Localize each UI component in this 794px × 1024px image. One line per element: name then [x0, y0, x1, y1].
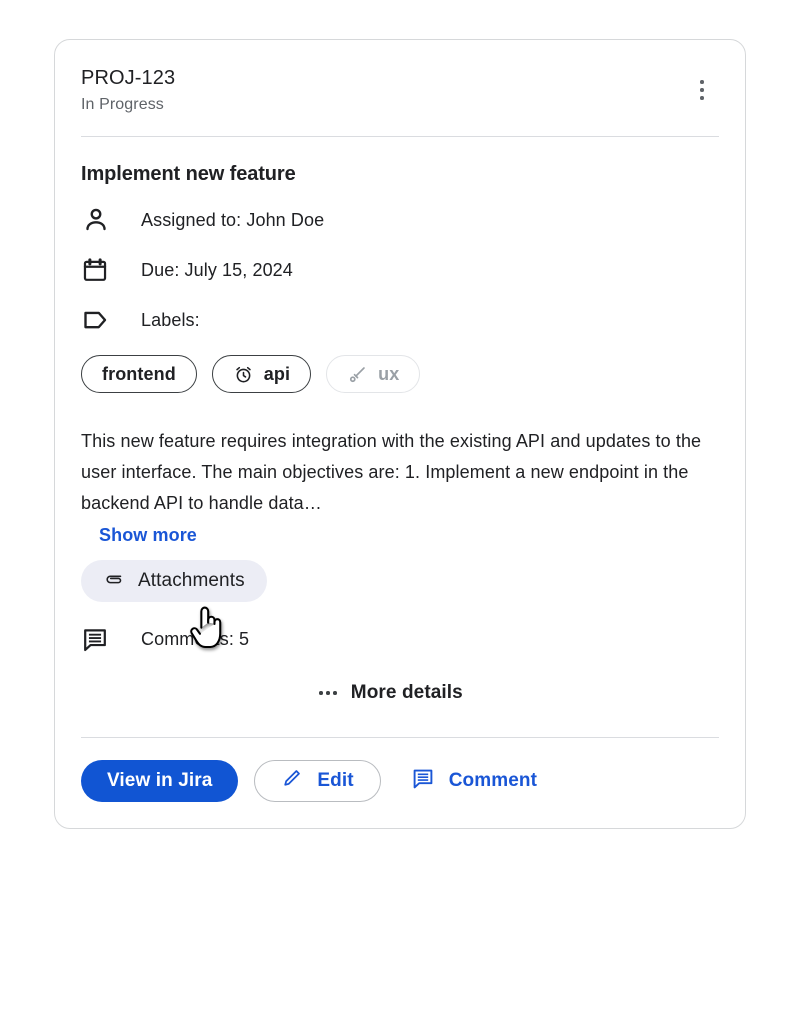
- chip-frontend[interactable]: frontend: [81, 355, 197, 393]
- meta-row-assignee: Assigned to: John Doe: [81, 203, 719, 237]
- more-details-label: More details: [350, 682, 463, 703]
- chip-label: ux: [378, 363, 400, 384]
- person-icon: [81, 203, 117, 237]
- card-body: Implement new feature Assigned to: John …: [55, 161, 745, 704]
- comments-count-text: Comments: 5: [141, 629, 250, 649]
- view-in-jira-label: View in Jira: [107, 770, 213, 791]
- paperclip-icon: [103, 568, 124, 595]
- attachments-button[interactable]: Attachments: [81, 560, 267, 602]
- kebab-menu-icon[interactable]: [693, 78, 711, 102]
- due-date-text: Due: July 15, 2024: [141, 260, 293, 280]
- comment-bubble-icon: [81, 622, 117, 656]
- ellipsis-dot: [319, 691, 323, 695]
- brush-icon: [347, 364, 368, 385]
- chip-api[interactable]: api: [211, 355, 312, 393]
- label-chip-list: frontend api ux: [81, 355, 719, 393]
- edit-label: Edit: [317, 770, 354, 791]
- page-title: Implement new feature: [81, 163, 296, 185]
- comment-bubble-icon: [411, 766, 435, 796]
- tag-icon: [81, 303, 117, 337]
- edit-button[interactable]: Edit: [254, 760, 381, 802]
- ellipsis-icon: [319, 691, 337, 695]
- meta-row-labels: Labels:: [81, 303, 719, 337]
- chip-label: frontend: [102, 363, 176, 384]
- alarm-clock-icon: [233, 364, 254, 385]
- kebab-dot: [700, 88, 704, 92]
- kebab-dot: [700, 80, 704, 84]
- show-more-link[interactable]: Show more: [99, 525, 197, 546]
- pencil-icon: [281, 767, 303, 795]
- chip-ux[interactable]: ux: [326, 355, 421, 393]
- labels-text: Labels:: [141, 310, 200, 330]
- card-header: PROJ-123 In Progress: [55, 40, 745, 117]
- more-details-button[interactable]: More details: [319, 682, 719, 704]
- description-text: This new feature requires integration wi…: [81, 431, 702, 513]
- view-in-jira-button[interactable]: View in Jira: [81, 760, 239, 802]
- comment-label: Comment: [448, 770, 538, 791]
- assignee-text: Assigned to: John Doe: [141, 210, 325, 230]
- comment-button[interactable]: Comment: [397, 760, 551, 802]
- comments-row: Comments: 5: [81, 622, 719, 656]
- calendar-icon: [81, 253, 117, 287]
- ellipsis-dot: [326, 691, 330, 695]
- issue-key: PROJ-123: [81, 67, 176, 89]
- issue-status: In Progress: [81, 96, 164, 113]
- attachments-area: Attachments: [81, 560, 719, 648]
- card-footer: View in Jira Edit Comment: [55, 738, 745, 828]
- kebab-dot: [700, 96, 704, 100]
- header-divider: [81, 136, 719, 137]
- ellipsis-dot: [333, 691, 337, 695]
- chip-label: api: [263, 363, 291, 384]
- attachments-label: Attachments: [138, 570, 245, 591]
- meta-row-due-date: Due: July 15, 2024: [81, 253, 719, 287]
- issue-card: PROJ-123 In Progress Implement new featu…: [54, 39, 746, 829]
